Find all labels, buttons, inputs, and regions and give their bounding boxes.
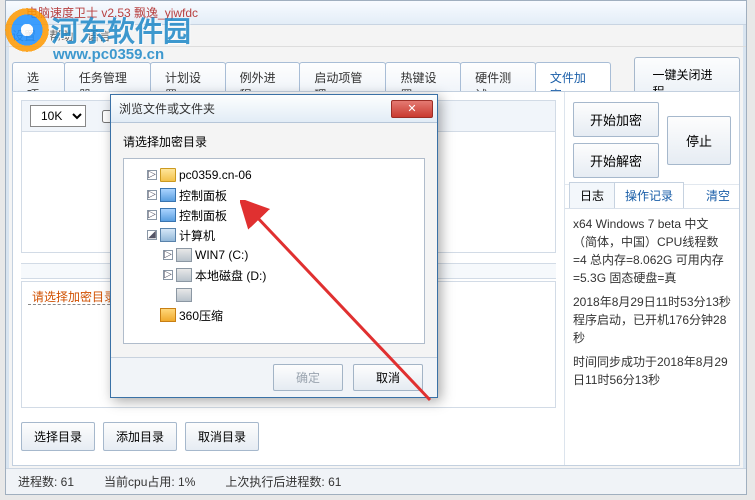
tree-node[interactable]: ▷ 控制面板 [128,205,420,225]
tree-label: pc0359.cn-06 [179,168,252,182]
status-bar: 进程数: 61 当前cpu占用: 1% 上次执行后进程数: 61 [6,468,746,494]
logtab-record[interactable]: 操作记录 [614,182,684,208]
window-title: 电脑速度卫士 v2.53 飘逸_yjwfdc [6,1,746,25]
tree-label: 控制面板 [179,187,227,204]
menu-help[interactable]: 帮助 [49,29,73,43]
drive-icon [176,268,192,282]
drive-icon [176,248,192,262]
right-pane: 开始加密 开始解密 停止 日志 操作记录 清空 x64 Windows 7 be… [565,92,739,465]
tree-toggle-icon[interactable]: ▷ [147,190,157,200]
cancel-dir-button[interactable]: 取消目录 [185,422,259,451]
tree-node[interactable] [128,285,420,305]
hint-text: 请选择加密目录 [28,290,120,305]
menu-settings[interactable]: 设置 [12,29,36,43]
zip-icon [160,308,176,322]
tree-label: 计算机 [179,227,215,244]
add-dir-button[interactable]: 添加目录 [103,422,177,451]
menu-bar: 设置 帮助 语言 [6,25,746,47]
folder-icon [160,168,176,182]
tree-toggle-icon[interactable] [163,290,173,300]
tree-label: WIN7 (C:) [195,248,248,262]
tree-toggle-icon[interactable] [147,310,157,320]
size-select[interactable]: 10K [30,105,86,127]
panel-icon [160,188,176,202]
tree-toggle-icon[interactable]: ▷ [147,170,157,180]
tree-toggle-icon[interactable]: ▷ [147,210,157,220]
log-body: x64 Windows 7 beta 中文（简体，中国）CPU线程数=4 总内存… [565,209,739,465]
logtab-log[interactable]: 日志 [569,182,615,208]
browse-dialog: 浏览文件或文件夹 ✕ 请选择加密目录 ▷ pc0359.cn-06 ▷ 控制面板 ▷ 控制… [110,94,438,398]
tree-node[interactable]: ◢ 计算机 [128,225,420,245]
tree-node[interactable]: ▷ WIN7 (C:) [128,245,420,265]
choose-dir-button[interactable]: 选择目录 [21,422,95,451]
menu-language[interactable]: 语言 [87,29,111,43]
log-line: 时间同步成功于2018年8月29日11时56分13秒 [573,353,731,389]
logtab-clear[interactable]: 清空 [696,183,740,208]
drive-icon [176,288,192,302]
folder-tree[interactable]: ▷ pc0359.cn-06 ▷ 控制面板 ▷ 控制面板 ◢ 计算机 ▷ WIN7 (C:) ▷ 本地… [123,158,425,344]
tree-toggle-icon[interactable]: ▷ [163,270,173,280]
tree-toggle-icon[interactable]: ▷ [163,250,173,260]
cancel-button[interactable]: 取消 [353,364,423,391]
dialog-title: 浏览文件或文件夹 [119,100,215,117]
tree-node[interactable]: 360压缩 [128,305,420,325]
tree-label: 本地磁盘 (D:) [195,267,266,284]
status-cpu: 当前cpu占用: 1% [104,473,195,490]
start-decrypt-button[interactable]: 开始解密 [573,143,659,178]
tree-label: 控制面板 [179,207,227,224]
panel-icon [160,208,176,222]
log-line: x64 Windows 7 beta 中文（简体，中国）CPU线程数=4 总内存… [573,215,731,287]
ok-button[interactable]: 确定 [273,364,343,391]
tree-toggle-icon[interactable]: ◢ [147,230,157,240]
close-icon[interactable]: ✕ [391,100,433,118]
status-lastproc: 上次执行后进程数: 61 [225,473,341,490]
start-encrypt-button[interactable]: 开始加密 [573,102,659,137]
computer-icon [160,228,176,242]
tree-node[interactable]: ▷ 控制面板 [128,185,420,205]
stop-button[interactable]: 停止 [667,116,731,165]
dialog-label: 请选择加密目录 [123,133,425,150]
tree-node[interactable]: ▷ pc0359.cn-06 [128,165,420,185]
tree-node[interactable]: ▷ 本地磁盘 (D:) [128,265,420,285]
tree-label: 360压缩 [179,307,223,324]
log-line: 2018年8月29日11时53分13秒 程序启动，已开机176分钟28秒 [573,293,731,347]
status-proc: 进程数: 61 [18,473,74,490]
